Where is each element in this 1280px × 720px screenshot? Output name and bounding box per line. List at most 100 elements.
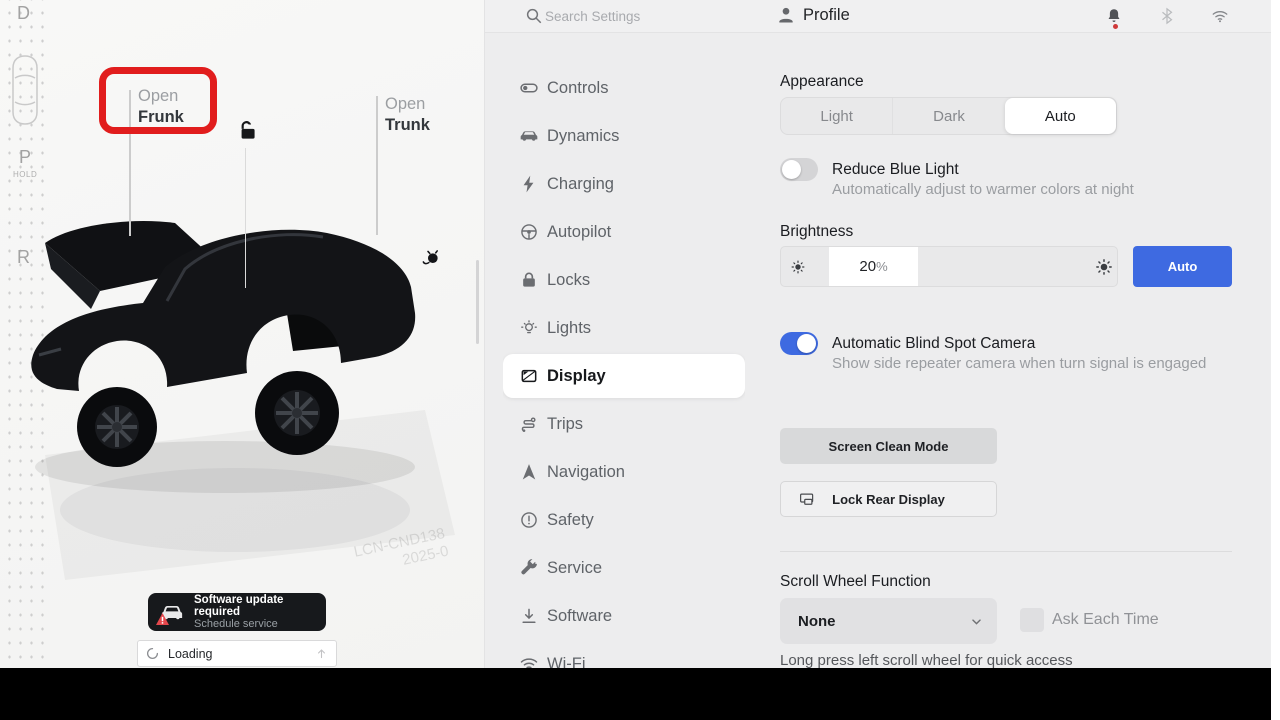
sidebar-item-autopilot[interactable]: Autopilot — [503, 208, 745, 256]
brightness-high-icon — [1093, 256, 1115, 278]
unlocked-icon[interactable] — [234, 118, 260, 144]
gear-drive[interactable]: D — [17, 3, 30, 24]
settings-panel: Profile ControlsDynamicsChargingAutopilo… — [485, 0, 1280, 668]
sidebar-item-wi-fi[interactable]: Wi-Fi — [503, 640, 745, 668]
brightness-low-icon — [789, 258, 807, 276]
scroll-wheel-heading: Scroll Wheel Function — [780, 573, 931, 591]
sidebar-item-display[interactable]: Display — [503, 354, 745, 398]
loading-widget[interactable]: Loading — [137, 640, 337, 667]
display-icon — [519, 366, 539, 386]
brightness-fill[interactable]: 20% — [829, 247, 918, 286]
sidebar-item-safety[interactable]: Safety — [503, 496, 745, 544]
vehicle-visualization-panel: D P HOLD R — [0, 0, 485, 668]
car-top-icon — [7, 52, 43, 128]
brightness-heading: Brightness — [780, 223, 853, 241]
search-input[interactable] — [545, 5, 745, 27]
sidebar-item-label: Dynamics — [547, 127, 619, 146]
screen-edge — [1271, 0, 1280, 720]
trunk-leader-line — [376, 96, 378, 235]
sidebar-item-label: Navigation — [547, 463, 625, 482]
lock-rear-display-label: Lock Rear Display — [832, 492, 945, 507]
scroll-wheel-value: None — [798, 613, 836, 630]
bottom-dock: 18.0 i — [0, 668, 1280, 720]
sidebar-item-label: Locks — [547, 271, 590, 290]
brightness-value: 20 — [859, 258, 876, 275]
software-icon — [519, 606, 539, 626]
controls-icon — [519, 78, 539, 98]
sidebar-item-label: Safety — [547, 511, 594, 530]
sidebar-item-trips[interactable]: Trips — [503, 400, 745, 448]
brightness-unit: % — [876, 259, 888, 274]
chevron-down-icon — [968, 613, 985, 630]
sidebar-item-label: Controls — [547, 79, 608, 98]
sidebar-item-navigation[interactable]: Navigation — [503, 448, 745, 496]
navigation-icon — [519, 462, 539, 482]
warning-icon — [156, 613, 169, 625]
scroll-wheel-hint: Long press left scroll wheel for quick a… — [780, 652, 1073, 669]
charge-port-icon[interactable] — [421, 249, 442, 270]
dynamics-icon — [519, 126, 539, 146]
trips-icon — [519, 414, 539, 434]
safety-icon — [519, 510, 539, 530]
lock-rear-display-button[interactable]: Lock Rear Display — [780, 481, 997, 517]
screen-clean-mode-button[interactable]: Screen Clean Mode — [780, 428, 997, 464]
sidebar-item-label: Software — [547, 607, 612, 626]
sidebar-item-software[interactable]: Software — [503, 592, 745, 640]
open-trunk-word1: Open — [385, 94, 430, 115]
search-icon[interactable] — [525, 7, 543, 25]
charging-icon — [519, 174, 539, 194]
scroll-wheel-dropdown[interactable]: None — [780, 598, 997, 644]
open-trunk-button[interactable]: Open Trunk — [385, 94, 430, 136]
panel-scrollbar[interactable] — [476, 260, 479, 344]
toast-title: Software update required — [194, 594, 326, 618]
sidebar-item-locks[interactable]: Locks — [503, 256, 745, 304]
service-icon — [519, 558, 539, 578]
appearance-option-light[interactable]: Light — [781, 98, 892, 134]
reduce-blue-light-toggle[interactable] — [780, 158, 818, 181]
sidebar-item-label: Lights — [547, 319, 591, 338]
software-update-toast[interactable]: Software update required Schedule servic… — [148, 593, 326, 631]
settings-sidebar: Controls Dynamics Charging Autopilot Locks Li… — [503, 64, 745, 668]
blind-spot-camera-toggle[interactable] — [780, 332, 818, 355]
rear-display-icon — [797, 490, 817, 508]
lock-leader-line — [245, 148, 246, 288]
reduce-blue-light-title: Reduce Blue Light — [832, 161, 959, 179]
sidebar-item-label: Charging — [547, 175, 614, 194]
appearance-option-auto[interactable]: Auto — [1005, 98, 1116, 134]
sidebar-item-label: Trips — [547, 415, 583, 434]
spinner-icon — [146, 647, 159, 660]
brightness-slider[interactable]: 20% — [780, 246, 1118, 287]
sidebar-item-service[interactable]: Service — [503, 544, 745, 592]
wifi-icon — [519, 654, 539, 668]
blind-spot-description: Show side repeater camera when turn sign… — [832, 355, 1206, 372]
sidebar-item-controls[interactable]: Controls — [503, 64, 745, 112]
appearance-segmented-control: LightDarkAuto — [780, 97, 1117, 135]
appearance-heading: Appearance — [780, 73, 864, 91]
appearance-option-dark[interactable]: Dark — [892, 98, 1004, 134]
autopilot-icon — [519, 222, 539, 242]
sidebar-item-lights[interactable]: Lights — [503, 304, 745, 352]
scroll-up-icon[interactable] — [315, 647, 328, 660]
tesla-ui: D P HOLD R — [0, 0, 1280, 720]
reduce-blue-light-description: Automatically adjust to warmer colors at… — [832, 181, 1134, 198]
highlight-annotation-box — [99, 67, 217, 134]
locks-icon — [519, 270, 539, 290]
sidebar-item-label: Wi-Fi — [547, 655, 585, 669]
blind-spot-title: Automatic Blind Spot Camera — [832, 335, 1035, 353]
gear-park-hold: HOLD — [13, 170, 37, 179]
toast-car-icon — [160, 603, 184, 621]
brightness-auto-button[interactable]: Auto — [1133, 246, 1232, 287]
toast-subtitle: Schedule service — [194, 618, 326, 630]
ask-each-time-label: Ask Each Time — [1052, 611, 1159, 629]
ask-each-time-checkbox[interactable] — [1020, 608, 1044, 632]
sidebar-item-label: Display — [547, 367, 606, 386]
sidebar-item-label: Autopilot — [547, 223, 611, 242]
display-settings-content: Appearance LightDarkAuto Reduce Blue Lig… — [780, 0, 1232, 668]
loading-label: Loading — [168, 647, 213, 661]
section-divider — [780, 551, 1232, 552]
sidebar-item-dynamics[interactable]: Dynamics — [503, 112, 745, 160]
gear-park[interactable]: P — [19, 147, 31, 168]
sidebar-item-label: Service — [547, 559, 602, 578]
sidebar-item-charging[interactable]: Charging — [503, 160, 745, 208]
open-trunk-word2: Trunk — [385, 115, 430, 136]
